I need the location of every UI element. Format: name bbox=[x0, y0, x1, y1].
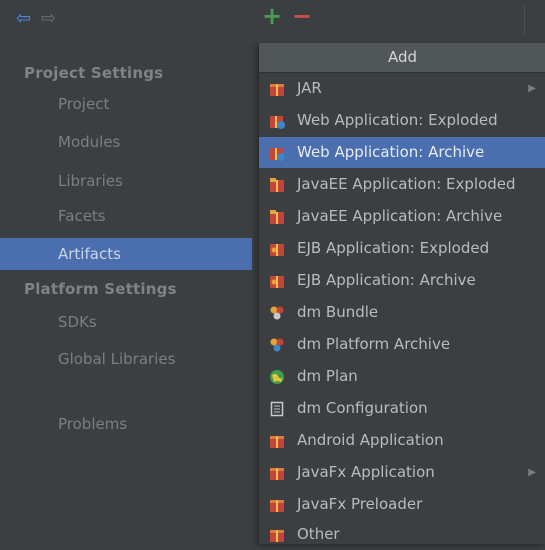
menu-item-dm-bundle[interactable]: dm Bundle bbox=[259, 297, 545, 328]
history-nav: ⇦ ⇨ bbox=[16, 10, 56, 28]
sidebar-item-libraries[interactable]: Libraries bbox=[0, 165, 252, 197]
menu-item-label: JavaEE Application: Archive bbox=[297, 207, 503, 225]
artifacts-toolbar: + − bbox=[252, 0, 545, 40]
menu-item-label: Web Application: Archive bbox=[297, 143, 485, 161]
web-app-icon bbox=[270, 148, 285, 161]
menu-item-javaee-exploded[interactable]: JavaEE Application: Exploded bbox=[259, 169, 545, 200]
menu-item-other[interactable]: Other bbox=[259, 519, 545, 550]
popup-title: Add bbox=[259, 43, 545, 73]
bundle-icon bbox=[270, 306, 284, 320]
menu-item-javafx-preloader[interactable]: JavaFx Preloader bbox=[259, 489, 545, 520]
toolbar-divider bbox=[524, 6, 525, 34]
forward-arrow-icon[interactable]: ⇨ bbox=[41, 10, 56, 28]
section-header-project-settings: Project Settings bbox=[24, 64, 164, 82]
sidebar: ⇦ ⇨ Project Settings Project Modules Lib… bbox=[0, 0, 252, 544]
menu-item-label: dm Configuration bbox=[297, 399, 428, 417]
menu-item-web-app-archive[interactable]: Web Application: Archive bbox=[259, 137, 545, 168]
sidebar-item-modules[interactable]: Modules bbox=[0, 126, 252, 158]
menu-item-label: dm Bundle bbox=[297, 303, 379, 321]
sidebar-item-facets[interactable]: Facets bbox=[0, 200, 252, 232]
submenu-arrow-icon: ▶ bbox=[528, 467, 536, 478]
menu-item-android-application[interactable]: Android Application bbox=[259, 425, 545, 456]
javaee-icon bbox=[270, 210, 284, 224]
back-arrow-icon[interactable]: ⇦ bbox=[16, 10, 31, 28]
jar-icon bbox=[270, 84, 284, 96]
menu-item-dm-platform-archive[interactable]: dm Platform Archive bbox=[259, 329, 545, 360]
jar-icon bbox=[270, 500, 284, 512]
menu-item-ejb-exploded[interactable]: EJB Application: Exploded bbox=[259, 233, 545, 264]
menu-item-label: JAR bbox=[297, 79, 322, 97]
web-app-icon bbox=[270, 116, 285, 129]
menu-item-web-app-exploded[interactable]: Web Application: Exploded bbox=[259, 105, 545, 136]
menu-item-label: dm Platform Archive bbox=[297, 335, 451, 353]
section-header-platform-settings: Platform Settings bbox=[24, 280, 177, 298]
add-artifact-popup: Add JAR ▶ Web Application: Exploded Web … bbox=[258, 43, 545, 544]
menu-item-label: EJB Application: Exploded bbox=[297, 239, 490, 257]
add-button[interactable]: + bbox=[262, 4, 282, 28]
globe-icon bbox=[270, 370, 284, 384]
menu-item-javafx-application[interactable]: JavaFx Application ▶ bbox=[259, 457, 545, 488]
sidebar-item-project[interactable]: Project bbox=[0, 88, 252, 120]
menu-item-label: JavaFx Application bbox=[297, 463, 435, 481]
jar-icon bbox=[270, 468, 284, 480]
sidebar-item-problems[interactable]: Problems bbox=[0, 408, 252, 440]
submenu-arrow-icon: ▶ bbox=[528, 83, 536, 94]
ejb-icon bbox=[270, 276, 284, 288]
menu-item-label: Web Application: Exploded bbox=[297, 111, 498, 129]
menu-item-label: JavaEE Application: Exploded bbox=[297, 175, 516, 193]
menu-item-javaee-archive[interactable]: JavaEE Application: Archive bbox=[259, 201, 545, 232]
document-icon bbox=[270, 401, 284, 417]
javaee-icon bbox=[270, 178, 284, 192]
remove-button[interactable]: − bbox=[292, 4, 312, 28]
jar-icon bbox=[270, 530, 284, 542]
menu-item-jar[interactable]: JAR ▶ bbox=[259, 73, 545, 104]
ejb-icon bbox=[270, 244, 284, 256]
menu-item-label: dm Plan bbox=[297, 367, 358, 385]
menu-item-dm-plan[interactable]: dm Plan bbox=[259, 361, 545, 392]
sidebar-item-global-libraries[interactable]: Global Libraries bbox=[0, 343, 252, 375]
jar-icon bbox=[270, 436, 284, 448]
menu-item-label: Other bbox=[297, 525, 340, 543]
sidebar-item-sdks[interactable]: SDKs bbox=[0, 306, 252, 338]
menu-item-label: EJB Application: Archive bbox=[297, 271, 476, 289]
sidebar-item-artifacts[interactable]: Artifacts bbox=[0, 238, 252, 270]
menu-item-dm-configuration[interactable]: dm Configuration bbox=[259, 393, 545, 424]
menu-item-label: Android Application bbox=[297, 431, 444, 449]
bundle-icon bbox=[270, 338, 284, 352]
menu-item-ejb-archive[interactable]: EJB Application: Archive bbox=[259, 265, 545, 296]
menu-item-label: JavaFx Preloader bbox=[297, 495, 423, 513]
